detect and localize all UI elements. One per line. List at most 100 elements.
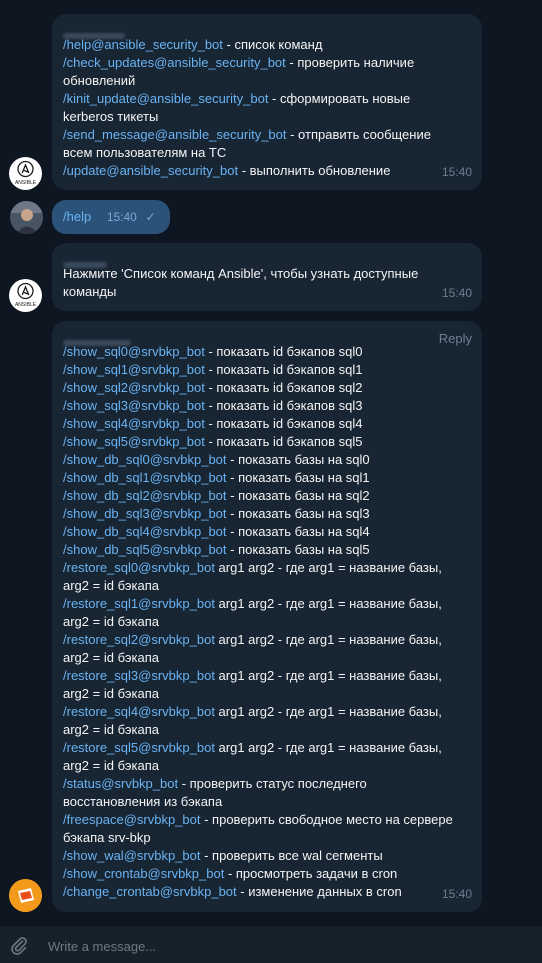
command-description: - сформировать новые (268, 91, 411, 106)
command-description: всем пользователям на ТС (63, 145, 227, 160)
command-link[interactable]: /show_sql1@srvbkp_bot (63, 362, 205, 377)
command-link[interactable]: /restore_sql5@srvbkp_bot (63, 740, 215, 755)
message-text: Нажмите 'Список команд Ansible', чтобы у… (63, 265, 470, 301)
command-link[interactable]: /update@ansible_security_bot (63, 163, 238, 178)
command-link[interactable]: /show_db_sql5@srvbkp_bot (63, 542, 227, 557)
command-description: Нажмите 'Список команд Ansible', чтобы у… (63, 266, 419, 281)
message-line: arg2 = id бэкапа (63, 757, 470, 775)
user-photo-icon (10, 201, 43, 234)
paperclip-icon[interactable] (9, 935, 29, 955)
sender-name-redacted (63, 255, 470, 268)
command-description: arg2 = id бэкапа (63, 578, 159, 593)
message-line: /restore_sql0@srvbkp_bot arg1 arg2 - где… (63, 559, 470, 577)
command-description: - показать id бэкапов sql1 (204, 362, 363, 377)
command-description: - список команд (222, 37, 323, 52)
command-link[interactable]: /restore_sql2@srvbkp_bot (63, 632, 215, 647)
command-description: - отправить сообщение (286, 127, 431, 142)
message-time: 15:40 (441, 286, 472, 300)
command-description: - показать id бэкапов sql3 (204, 398, 363, 413)
message-line: arg2 = id бэкапа (63, 649, 470, 667)
ansible-bot-avatar[interactable]: ANSIBLE (9, 279, 42, 312)
message-text: /help@ansible_security_bot - список кома… (63, 36, 470, 180)
message-line: /restore_sql1@srvbkp_bot arg1 arg2 - где… (63, 595, 470, 613)
command-description: arg2 = id бэкапа (63, 722, 159, 737)
message-line: /show_sql3@srvbkp_bot - показать id бэка… (63, 397, 470, 415)
command-link[interactable]: /show_sql5@srvbkp_bot (63, 434, 205, 449)
command-link[interactable]: /restore_sql3@srvbkp_bot (63, 668, 215, 683)
svg-text:ANSIBLE: ANSIBLE (15, 180, 37, 186)
message-line: kerberos тикеты (63, 108, 470, 126)
command-link[interactable]: /restore_sql1@srvbkp_bot (63, 596, 215, 611)
message-time: 15:40 (106, 210, 137, 224)
message-bubble-ansible-hint[interactable]: Нажмите 'Список команд Ansible', чтобы у… (52, 243, 482, 311)
command-link[interactable]: /freespace@srvbkp_bot (63, 812, 201, 827)
command-link[interactable]: /check_updates@ansible_security_bot (63, 55, 286, 70)
message-line: всем пользователям на ТС (63, 144, 470, 162)
command-link[interactable]: /help@ansible_security_bot (63, 37, 223, 52)
command-description: arg1 arg2 - где arg1 = название базы, (214, 632, 442, 647)
user-avatar[interactable] (10, 201, 43, 234)
message-time: 15:40 (441, 165, 472, 179)
ansible-logo-icon: ANSIBLE (15, 160, 37, 186)
srvbkp-bot-avatar[interactable] (9, 879, 42, 912)
message-line: /restore_sql2@srvbkp_bot arg1 arg2 - где… (63, 631, 470, 649)
command-description: - показать базы на sql3 (226, 506, 370, 521)
command-link[interactable]: /show_db_sql1@srvbkp_bot (63, 470, 227, 485)
command-link[interactable]: /kinit_update@ansible_security_bot (63, 91, 268, 106)
command-description: - изменение данных в cron (236, 884, 402, 899)
message-line: arg2 = id бэкапа (63, 721, 470, 739)
ansible-bot-avatar[interactable]: ANSIBLE (9, 157, 42, 190)
command-link[interactable]: /help (63, 209, 91, 224)
message-bubble-ansible-commands[interactable]: /help@ansible_security_bot - список кома… (52, 14, 482, 190)
command-link[interactable]: /status@srvbkp_bot (63, 776, 178, 791)
command-description: команды (63, 284, 117, 299)
message-line: arg2 = id бэкапа (63, 685, 470, 703)
command-description: - показать id бэкапов sql2 (204, 380, 363, 395)
message-line: /show_db_sql3@srvbkp_bot - показать базы… (63, 505, 470, 523)
command-description: - показать базы на sql1 (226, 470, 370, 485)
command-link[interactable]: /show_sql0@srvbkp_bot (63, 344, 205, 359)
command-description: - показать базы на sql0 (226, 452, 370, 467)
command-description: arg2 = id бэкапа (63, 650, 159, 665)
message-line: Нажмите 'Список команд Ansible', чтобы у… (63, 265, 470, 283)
command-link[interactable]: /show_db_sql3@srvbkp_bot (63, 506, 227, 521)
command-description: kerberos тикеты (63, 109, 159, 124)
command-description: - просмотреть задачи в cron (224, 866, 398, 881)
message-line: /change_crontab@srvbkp_bot - изменение д… (63, 883, 470, 901)
message-line: /show_db_sql0@srvbkp_bot - показать базы… (63, 451, 470, 469)
message-line: /show_sql1@srvbkp_bot - показать id бэка… (63, 361, 470, 379)
command-link[interactable]: /show_wal@srvbkp_bot (63, 848, 200, 863)
message-input[interactable] (46, 935, 520, 957)
message-line: /show_db_sql1@srvbkp_bot - показать базы… (63, 469, 470, 487)
message-line: /show_db_sql2@srvbkp_bot - показать базы… (63, 487, 470, 505)
command-link[interactable]: /restore_sql4@srvbkp_bot (63, 704, 215, 719)
reply-button[interactable]: Reply (439, 330, 472, 348)
message-line: восстановления из бэкапа (63, 793, 470, 811)
command-link[interactable]: /show_sql3@srvbkp_bot (63, 398, 205, 413)
command-description: - показать id бэкапов sql0 (204, 344, 363, 359)
chat-history[interactable]: /help@ansible_security_bot - список кома… (0, 0, 542, 925)
command-link[interactable]: /show_db_sql4@srvbkp_bot (63, 524, 227, 539)
command-link[interactable]: /show_db_sql0@srvbkp_bot (63, 452, 227, 467)
command-link[interactable]: /show_sql4@srvbkp_bot (63, 416, 205, 431)
command-description: arg1 arg2 - где arg1 = название базы, (214, 704, 442, 719)
message-line: /status@srvbkp_bot - проверить статус по… (63, 775, 470, 793)
command-link[interactable]: /change_crontab@srvbkp_bot (63, 884, 237, 899)
command-description: - показать id бэкапов sql5 (204, 434, 363, 449)
message-line: /kinit_update@ansible_security_bot - сфо… (63, 90, 470, 108)
command-link[interactable]: /restore_sql0@srvbkp_bot (63, 560, 215, 575)
message-bubble-help-command[interactable]: /help 15:40 ✓ (52, 200, 170, 234)
sender-name-redacted (63, 333, 470, 346)
message-line: arg2 = id бэкапа (63, 577, 470, 595)
svg-text:ANSIBLE: ANSIBLE (15, 302, 37, 308)
message-line: /restore_sql4@srvbkp_bot arg1 arg2 - где… (63, 703, 470, 721)
command-link[interactable]: /show_crontab@srvbkp_bot (63, 866, 224, 881)
command-link[interactable]: /show_sql2@srvbkp_bot (63, 380, 205, 395)
command-description: arg2 = id бэкапа (63, 686, 159, 701)
message-line: /show_sql5@srvbkp_bot - показать id бэка… (63, 433, 470, 451)
message-line: /freespace@srvbkp_bot - проверить свобод… (63, 811, 470, 829)
command-description: - проверить все wal сегменты (200, 848, 383, 863)
command-link[interactable]: /send_message@ansible_security_bot (63, 127, 287, 142)
message-bubble-srvbkp-commands[interactable]: Reply /show_sql0@srvbkp_bot - показать i… (52, 321, 482, 912)
command-link[interactable]: /show_db_sql2@srvbkp_bot (63, 488, 227, 503)
